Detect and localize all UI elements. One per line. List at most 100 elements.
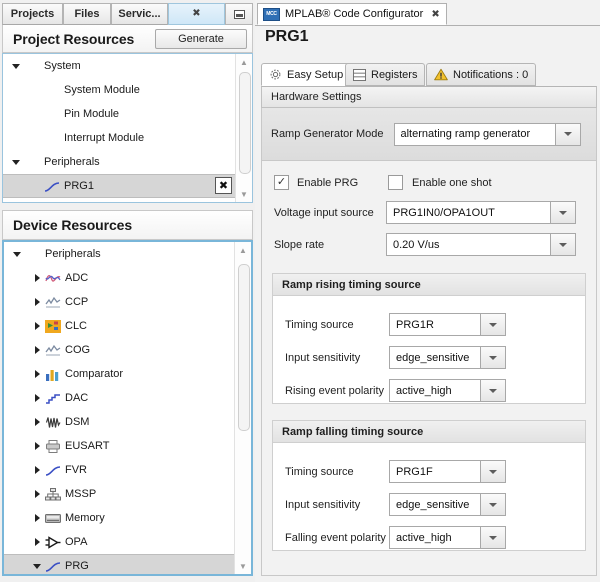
tree-twisty[interactable] [30,514,44,522]
chevron-right-icon[interactable] [34,274,40,282]
tab-files[interactable]: Files [63,3,111,25]
chevron-right-icon[interactable] [34,418,40,426]
device-resources-tree[interactable]: Peripherals ADC CCP CLC COG Comparator DAC DSM E… [2,240,253,576]
chevron-right-icon[interactable] [34,370,40,378]
chevron-down-icon[interactable] [12,63,20,69]
slope-rate-combo[interactable]: 0.20 V/us [386,233,576,256]
falling-timing-source-combo[interactable]: PRG1F [389,460,506,483]
tab-mplab-code-configurator[interactable]: MCC MPLAB® Code Configurator ✖ [257,3,447,25]
scrollbar-thumb[interactable] [239,72,251,174]
tree-twisty[interactable] [30,298,44,306]
scrollbar-thumb[interactable] [238,264,250,431]
tree-twisty[interactable] [9,63,23,69]
chevron-right-icon[interactable] [34,298,40,306]
ramp-generator-mode-value: alternating ramp generator [400,128,531,140]
device-resources-scrollbar[interactable]: ▲ ▼ [234,242,251,574]
chevron-down-icon[interactable] [12,159,20,165]
tree-item-memory[interactable]: Memory [4,506,235,530]
falling-event-polarity-combo[interactable]: active_high [389,526,506,549]
rising-event-polarity-combo[interactable]: active_high [389,379,506,402]
chevron-right-icon[interactable] [34,490,40,498]
tree-item-comparator[interactable]: Comparator [4,362,235,386]
tree-item-dsm[interactable]: DSM [4,410,235,434]
chevron-right-icon[interactable] [34,322,40,330]
tree-twisty[interactable] [9,159,23,165]
tree-item-label: COG [65,344,91,356]
minimize-panel-button[interactable] [225,3,253,25]
tree-twisty[interactable] [30,274,44,282]
tree-item-peripherals[interactable]: Peripherals [3,150,236,174]
rising-input-sensitivity-combo[interactable]: edge_sensitive [389,346,506,369]
tree-item-pin-module[interactable]: Pin Module [3,102,236,126]
close-icon[interactable]: ✖ [431,9,439,20]
tree-twisty[interactable] [30,370,44,378]
tree-twisty[interactable] [30,322,44,330]
scroll-down-icon[interactable]: ▼ [235,558,251,574]
tree-item-clc[interactable]: CLC [4,314,235,338]
tree-item-label: Comparator [65,368,124,380]
tree-twisty[interactable] [30,538,44,546]
chevron-down-icon[interactable] [480,461,505,482]
tree-item-fvr[interactable]: FVR [4,458,235,482]
voltage-input-source-combo[interactable]: PRG1IN0/OPA1OUT [386,201,576,224]
chevron-right-icon[interactable] [34,538,40,546]
tree-twisty[interactable] [10,251,24,257]
chevron-down-icon[interactable] [550,234,575,255]
scroll-up-icon[interactable]: ▲ [236,54,252,70]
chevron-down-icon[interactable] [480,380,505,401]
chevron-right-icon[interactable] [34,514,40,522]
chevron-down-icon[interactable] [554,123,580,145]
tree-item-mssp[interactable]: MSSP [4,482,235,506]
chevron-right-icon[interactable] [34,394,40,402]
chevron-down-icon[interactable] [480,494,505,515]
tree-item-cog[interactable]: COG [4,338,235,362]
remove-module-button[interactable]: ✖ [215,177,232,194]
generate-button[interactable]: Generate [155,28,247,49]
tree-item-system-module[interactable]: System Module [3,78,236,102]
chevron-right-icon[interactable] [34,346,40,354]
tree-twisty[interactable] [30,418,44,426]
tab-easy-setup[interactable]: Easy Setup [261,63,352,86]
scroll-down-icon[interactable]: ▼ [236,186,252,202]
tab-notifications[interactable]: Notifications : 0 [426,63,537,86]
tree-item-prg[interactable]: PRG [4,554,235,574]
tree-item-eusart[interactable]: EUSART [4,434,235,458]
chevron-down-icon[interactable] [480,347,505,368]
chevron-down-icon[interactable] [13,251,21,257]
falling-input-sensitivity-combo[interactable]: edge_sensitive [389,493,506,516]
chevron-down-icon[interactable] [33,563,41,569]
tree-twisty[interactable] [30,563,44,569]
enable-one-shot-label: Enable one shot [412,176,492,189]
tab-registers[interactable]: Registers [345,63,426,86]
tree-item-peripherals[interactable]: Peripherals [4,242,235,266]
tree-item-ccp[interactable]: CCP [4,290,235,314]
tree-item-interrupt-module[interactable]: Interrupt Module [3,126,236,150]
tree-twisty[interactable] [30,490,44,498]
waveform-icon [44,343,61,358]
project-resources-tree[interactable]: System System Module Pin Module Interrupt M… [2,53,253,203]
tree-twisty[interactable] [30,346,44,354]
tree-item-adc[interactable]: ADC [4,266,235,290]
tab-close-target[interactable]: ✖ [168,3,225,25]
tree-item-prg1[interactable]: PRG1 ✖ [3,174,236,198]
project-resources-scrollbar[interactable]: ▲ ▼ [235,54,252,202]
chevron-right-icon[interactable] [34,442,40,450]
tree-twisty[interactable] [30,466,44,474]
chevron-right-icon[interactable] [34,466,40,474]
chevron-down-icon[interactable] [480,527,505,548]
ramp-generator-mode-combo[interactable]: alternating ramp generator [393,122,581,146]
scroll-up-icon[interactable]: ▲ [235,242,251,258]
rising-timing-source-combo[interactable]: PRG1R [389,313,506,336]
tree-item-opa[interactable]: OPA [4,530,235,554]
close-icon[interactable]: ✖ [192,9,200,19]
tree-item-dac[interactable]: DAC [4,386,235,410]
tree-item-system[interactable]: System [3,54,236,78]
chevron-down-icon[interactable] [480,314,505,335]
tab-projects[interactable]: Projects [2,3,63,25]
tree-twisty[interactable] [30,394,44,402]
enable-one-shot-checkbox[interactable] [388,175,403,190]
tree-twisty[interactable] [30,442,44,450]
tab-services[interactable]: Servic... [111,3,168,25]
chevron-down-icon[interactable] [550,202,575,223]
enable-prg-checkbox[interactable]: ✓ [274,175,289,190]
